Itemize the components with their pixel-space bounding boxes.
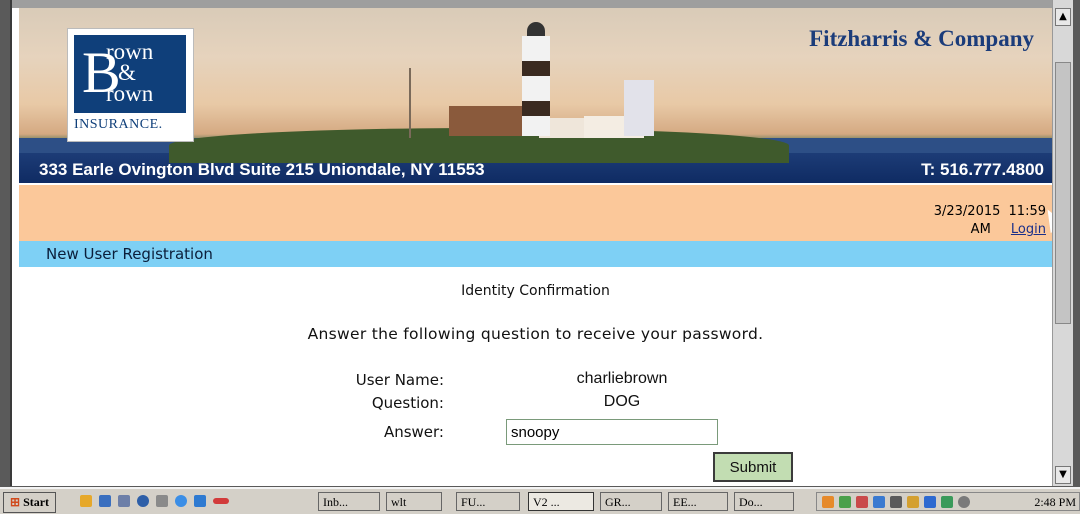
username-value: charliebrown [576,370,668,387]
tray-icon[interactable] [873,496,885,508]
form-heading: Identity Confirmation [461,283,610,299]
office-address: 333 Earle Ovington Blvd Suite 215 Uniond… [39,160,485,179]
task-v2[interactable]: V2 ... [528,492,594,511]
phone-number: T: 516.777.4800 [921,160,1044,179]
clock: 2:48 PM [1034,495,1076,509]
radio-pole [409,68,411,138]
task-wlt[interactable]: wlt [386,492,442,511]
scroll-down-icon[interactable]: ▼ [1055,466,1071,484]
start-button[interactable]: ⊞ Start [3,492,57,513]
header-banner: B rown & rown INSURANCE. Fitzharris & Co… [19,8,1052,183]
desktop-icon[interactable] [99,495,111,507]
media-icon[interactable] [137,495,149,507]
logo-line2: & [118,60,136,85]
tray-icon[interactable] [839,496,851,508]
answer-input[interactable] [506,419,718,445]
network-icon[interactable] [924,496,936,508]
tool-icon[interactable] [156,495,168,507]
tray-icon[interactable] [856,496,868,508]
section-header: New User Registration [19,241,1052,267]
app-icon[interactable] [194,495,206,507]
tray-icon[interactable] [822,496,834,508]
tray-icon[interactable] [958,496,970,508]
ie-icon[interactable] [175,495,187,507]
date-time: 3/23/2015 11:59 AM Login [934,203,1046,239]
building [449,106,529,136]
task-doc[interactable]: Do... [734,492,794,511]
task-inbox[interactable]: Inb... [318,492,380,511]
building [624,80,654,136]
answer-label: Answer: [383,423,444,441]
volume-icon[interactable] [907,496,919,508]
submit-button[interactable]: Submit [713,452,793,482]
company-name: Fitzharris & Company [809,26,1034,51]
vertical-scrollbar[interactable]: ▲ ▼ [1052,0,1073,486]
toolbar-strip [12,0,1052,8]
am-pm: AM [970,222,991,237]
lighthouse-image [522,36,550,136]
logo-line3: rown [106,81,154,106]
logo-words: rown & rown [106,39,154,106]
scroll-thumb[interactable] [1055,62,1071,324]
question-label: Question: [371,394,444,412]
windows-flag-icon: ⊞ [10,495,21,509]
date: 3/23/2015 [933,204,1001,219]
scroll-up-icon[interactable]: ▲ [1055,8,1071,26]
registration-form: Identity Confirmation Answer the followi… [19,267,1052,486]
taskbar: ⊞ Start Inb... wlt FU... V2 ... GR... EE… [0,487,1080,514]
brown-brown-logo: B rown & rown INSURANCE. [67,28,194,142]
form-instruction: Answer the following question to receive… [307,325,764,343]
logo-insurance: INSURANCE. [74,117,163,132]
question-value: DOG [603,393,641,410]
login-link[interactable]: Login [1011,222,1046,237]
tray-icon[interactable] [890,496,902,508]
browser-window: B rown & rown INSURANCE. Fitzharris & Co… [10,0,1073,486]
task-fu[interactable]: FU... [456,492,520,511]
outlook-icon[interactable] [80,495,92,507]
tray-icon[interactable] [941,496,953,508]
task-ee[interactable]: EE... [668,492,728,511]
app-icon[interactable] [213,498,229,504]
task-gr[interactable]: GR... [600,492,662,511]
system-tray: 2:48 PM [816,492,1080,511]
section-title: New User Registration [46,245,213,263]
status-bar: 3/23/2015 11:59 AM Login [19,185,1052,241]
start-label: Start [23,495,50,509]
logo-line1: rown [106,39,154,64]
username-label: User Name: [355,371,444,389]
explorer-icon[interactable] [118,495,130,507]
logo-box: B rown & rown [74,35,186,113]
